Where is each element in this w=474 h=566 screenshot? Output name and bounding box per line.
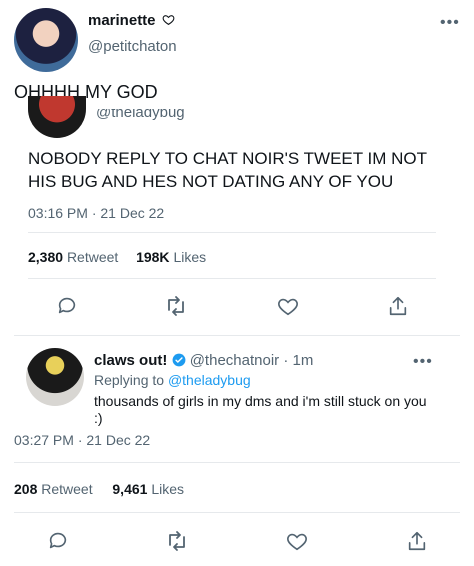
- replying-to-label: Replying to: [94, 372, 165, 388]
- like-icon[interactable]: [286, 530, 308, 552]
- reply-text-line1: thousands of girls in my dms and i'm sti…: [94, 393, 427, 409]
- reply-icon[interactable]: [56, 295, 78, 317]
- divider: [14, 462, 460, 463]
- share-icon[interactable]: [387, 295, 409, 317]
- reply-timestamp[interactable]: 03:27 PM · 21 Dec 22: [14, 432, 150, 448]
- reply-display-name[interactable]: claws out!: [94, 352, 167, 369]
- replying-to-handle[interactable]: @theladybug: [168, 372, 251, 388]
- avatar-marinette[interactable]: [14, 8, 78, 72]
- heart-badge-icon: [162, 13, 175, 26]
- avatar-ladybug-partial[interactable]: [28, 96, 86, 138]
- reply-more-options-icon[interactable]: •••: [413, 353, 433, 371]
- outer-handle[interactable]: @petitchaton: [88, 38, 177, 55]
- quoted-text-line1: NOBODY REPLY TO CHAT NOIR'S TWEET IM NOT: [28, 149, 428, 168]
- replying-to-line: Replying to @theladybug: [94, 372, 251, 388]
- reply-header: claws out! @thechatnoir · 1m: [94, 352, 313, 369]
- quoted-text-line2: HIS BUG AND HES NOT DATING ANY OF YOU: [28, 172, 394, 191]
- like-icon[interactable]: [277, 295, 299, 317]
- reply-retweet-count[interactable]: 208: [14, 481, 37, 497]
- reply-text-line2: :): [94, 410, 103, 426]
- divider: [28, 278, 436, 279]
- reply-retweet-label[interactable]: Retweet: [41, 481, 92, 497]
- reply-handle[interactable]: @thechatnoir: [190, 352, 279, 369]
- divider: [28, 232, 436, 233]
- quoted-retweet-label[interactable]: Retweet: [67, 249, 118, 265]
- reply-likes-count[interactable]: 9,461: [112, 481, 147, 497]
- retweet-icon[interactable]: [165, 530, 189, 552]
- share-icon[interactable]: [406, 530, 428, 552]
- reply-likes-label[interactable]: Likes: [151, 481, 184, 497]
- reply-stats: 208 Retweet 9,461 Likes: [14, 481, 184, 497]
- quoted-stats: 2,380 Retweet 198K Likes: [28, 249, 206, 265]
- quoted-likes-label[interactable]: Likes: [173, 249, 206, 265]
- retweet-icon[interactable]: [164, 295, 188, 317]
- quoted-timestamp[interactable]: 03:16 PM · 21 Dec 22: [28, 205, 164, 221]
- quoted-handle-partial[interactable]: @theladybug: [96, 109, 185, 122]
- reply-time[interactable]: · 1m: [283, 352, 313, 369]
- quoted-likes-count[interactable]: 198K: [136, 249, 169, 265]
- divider: [14, 335, 460, 336]
- outer-display-name[interactable]: marinette: [88, 12, 156, 29]
- quoted-retweet-count[interactable]: 2,380: [28, 249, 63, 265]
- reply-icon[interactable]: [47, 530, 69, 552]
- avatar-chatnoir[interactable]: [26, 348, 84, 406]
- divider: [14, 512, 460, 513]
- more-options-icon[interactable]: •••: [440, 14, 460, 32]
- verified-badge-icon: [172, 353, 186, 367]
